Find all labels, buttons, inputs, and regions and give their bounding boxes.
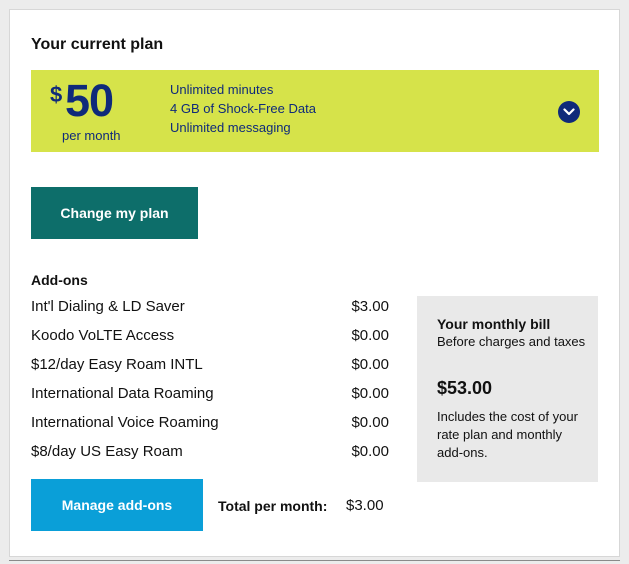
addon-row: International Voice Roaming $0.00 <box>31 414 389 434</box>
plan-period: per month <box>62 128 121 143</box>
addon-name: International Data Roaming <box>31 385 214 402</box>
addon-name: Int'l Dialing & LD Saver <box>31 298 185 315</box>
addon-row: $12/day Easy Roam INTL $0.00 <box>31 356 389 376</box>
total-per-month-label: Total per month: <box>218 498 328 514</box>
divider <box>9 560 620 561</box>
monthly-bill-summary: Your monthly bill Before charges and tax… <box>417 296 598 482</box>
change-plan-button[interactable]: Change my plan <box>31 187 198 239</box>
currency-symbol: $ <box>50 82 63 107</box>
addon-price: $0.00 <box>351 356 389 373</box>
addon-price: $0.00 <box>351 443 389 460</box>
manage-addons-button[interactable]: Manage add-ons <box>31 479 203 531</box>
plan-features: Unlimited minutes 4 GB of Shock-Free Dat… <box>170 80 316 137</box>
page-title: Your current plan <box>31 36 164 53</box>
chevron-down-icon[interactable] <box>558 101 580 123</box>
plan-card: Your current plan $ 50 per month Unlimit… <box>9 9 620 557</box>
total-per-month-value: $3.00 <box>346 497 384 514</box>
addons-heading: Add-ons <box>31 272 88 288</box>
addon-row: $8/day US Easy Roam $0.00 <box>31 443 389 463</box>
addon-price: $3.00 <box>351 298 389 315</box>
plan-feature-item: 4 GB of Shock-Free Data <box>170 101 316 116</box>
addon-row: Koodo VoLTE Access $0.00 <box>31 327 389 347</box>
addon-name: Koodo VoLTE Access <box>31 327 175 344</box>
bill-subtitle: Before charges and taxes <box>437 334 586 349</box>
plan-feature-item: Unlimited minutes <box>170 82 274 97</box>
bill-note: Includes the cost of your rate plan and … <box>437 409 578 460</box>
addon-price: $0.00 <box>351 414 389 431</box>
addon-price: $0.00 <box>351 327 389 344</box>
plan-banner: $ 50 per month Unlimited minutes 4 GB of… <box>31 70 599 152</box>
bill-amount: $53.00 <box>437 378 493 398</box>
addon-price: $0.00 <box>351 385 389 402</box>
addon-row: Int'l Dialing & LD Saver $3.00 <box>31 298 389 318</box>
plan-amount: 50 <box>65 75 114 126</box>
addon-name: International Voice Roaming <box>31 414 219 431</box>
addon-row: International Data Roaming $0.00 <box>31 385 389 405</box>
addon-name: $8/day US Easy Roam <box>31 443 183 460</box>
addon-name: $12/day Easy Roam INTL <box>31 356 203 373</box>
plan-feature-item: Unlimited messaging <box>170 120 291 135</box>
bill-title: Your monthly bill <box>437 316 551 332</box>
